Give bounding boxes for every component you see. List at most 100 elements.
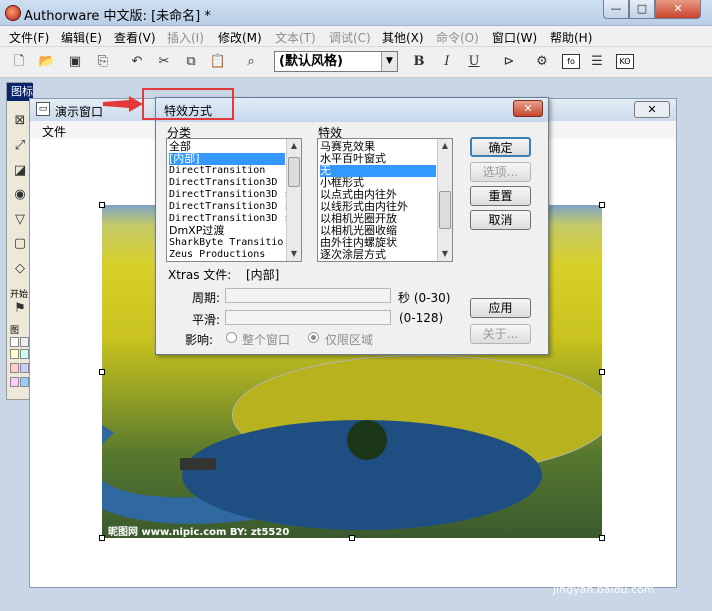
presentation-menu-file[interactable]: 文件	[42, 123, 66, 140]
list-item[interactable]: SharkByte Transitio	[169, 237, 283, 249]
style-select[interactable]: (默认风格) ▼	[274, 51, 398, 72]
menu-debug[interactable]: 调试(C)	[329, 29, 371, 46]
scroll-thumb[interactable]	[439, 191, 451, 229]
smooth-range: (0-128)	[399, 311, 444, 325]
color-swatch[interactable]	[20, 337, 29, 347]
import-icon[interactable]: ⎘	[94, 53, 112, 71]
bold-button[interactable]: B	[410, 53, 428, 71]
list-item[interactable]: DirectTransition3D	[169, 177, 277, 189]
period-unit: 秒 (0-30)	[398, 291, 451, 305]
copy-icon[interactable]: ⧉	[182, 53, 200, 71]
xtras-file-label: Xtras 文件:	[168, 268, 232, 282]
presentation-window-title: 演示窗口	[55, 105, 104, 119]
minimize-button[interactable]: —	[603, 0, 629, 19]
wait-icon[interactable]: ◉	[12, 187, 28, 203]
list-item[interactable]: DirectTransition3D :	[169, 201, 289, 213]
open-file-icon[interactable]: 📂	[38, 53, 56, 71]
menu-help[interactable]: 帮助(H)	[550, 29, 592, 46]
chevron-down-icon[interactable]: ▼	[381, 52, 397, 71]
list-item[interactable]: 逐次涂层方式	[320, 249, 386, 261]
resize-handle[interactable]	[99, 535, 105, 541]
list-item[interactable]: DirectTransition	[169, 165, 265, 177]
variables-icon[interactable]: ☰	[588, 53, 606, 71]
erase-icon[interactable]: ◪	[12, 163, 28, 179]
underline-button[interactable]: U	[465, 53, 483, 71]
menu-text[interactable]: 文本(T)	[275, 29, 316, 46]
list-item[interactable]: DmXP过渡	[169, 225, 224, 237]
maximize-button[interactable]: □	[629, 0, 655, 19]
scroll-thumb[interactable]	[288, 157, 300, 187]
undo-icon[interactable]: ↶	[128, 53, 146, 71]
color-swatch[interactable]	[10, 337, 19, 347]
period-field[interactable]	[225, 288, 391, 303]
find-icon[interactable]: ⌕	[242, 53, 260, 71]
paste-icon[interactable]: 📋	[209, 53, 227, 71]
save-icon[interactable]: ▣	[66, 53, 84, 71]
authorware-logo-icon	[5, 5, 21, 21]
resize-handle[interactable]	[349, 535, 355, 541]
baidu-watermark: Baidu经验	[540, 559, 655, 584]
about-button[interactable]: 关于...	[470, 324, 531, 344]
list-item[interactable]: DirectTransition3D :	[169, 189, 289, 201]
options-button[interactable]: 选项...	[470, 162, 531, 182]
resize-handle[interactable]	[599, 369, 605, 375]
resize-handle[interactable]	[599, 202, 605, 208]
scroll-down-icon[interactable]: ▼	[287, 247, 301, 261]
tree-shape	[347, 420, 387, 460]
presentation-close-button[interactable]: ✕	[634, 101, 670, 118]
menu-file[interactable]: 文件(F)	[9, 29, 49, 46]
color-swatch[interactable]	[20, 349, 29, 359]
category-scrollbar[interactable]: ▲ ▼	[286, 139, 301, 261]
resize-handle[interactable]	[99, 202, 105, 208]
color-swatch[interactable]	[10, 349, 19, 359]
menu-edit[interactable]: 编辑(E)	[61, 29, 102, 46]
color-swatch[interactable]	[20, 363, 29, 373]
resize-handle[interactable]	[599, 535, 605, 541]
color-swatch[interactable]	[10, 377, 19, 387]
start-flag-icon[interactable]: ⚑	[12, 301, 28, 317]
reset-button[interactable]: 重置	[470, 186, 531, 206]
color-swatch[interactable]	[10, 363, 19, 373]
highlight-box	[142, 88, 234, 120]
list-item[interactable]: [内部]	[169, 153, 285, 165]
boat-shape	[180, 458, 216, 470]
scroll-down-icon[interactable]: ▼	[438, 247, 452, 261]
menu-commands[interactable]: 命令(O)	[436, 29, 479, 46]
effect-list[interactable]: 马赛克效果 水平百叶窗式 无 小框形式 以点式由内往外 以线形式由内往外 以相机…	[317, 138, 453, 262]
navigate-icon[interactable]: ▽	[12, 212, 28, 228]
scroll-up-icon[interactable]: ▲	[287, 139, 301, 153]
control-panel-icon[interactable]: ⚙	[533, 53, 551, 71]
apply-button[interactable]: 应用	[470, 298, 531, 318]
menu-view[interactable]: 查看(V)	[114, 29, 156, 46]
ok-button[interactable]: 确定	[470, 137, 531, 157]
new-file-icon[interactable]: 🗋	[10, 53, 28, 71]
decision-icon[interactable]: ◇	[12, 261, 28, 277]
palette-start-label: 开始	[10, 290, 29, 300]
effect-scrollbar[interactable]: ▲ ▼	[437, 139, 452, 261]
run-icon[interactable]: ⊳	[500, 53, 518, 71]
menu-insert[interactable]: 插入(I)	[167, 29, 204, 46]
cancel-button[interactable]: 取消	[470, 210, 531, 230]
color-swatch[interactable]	[20, 377, 29, 387]
display-icon[interactable]: ⊠	[12, 113, 28, 129]
cut-icon[interactable]: ✂	[155, 53, 173, 71]
close-button[interactable]: ✕	[655, 0, 701, 19]
smooth-label: 平滑:	[192, 313, 221, 327]
menu-modify[interactable]: 修改(M)	[218, 29, 262, 46]
dialog-close-button[interactable]: ✕	[513, 100, 543, 117]
list-item[interactable]: Zeus Productions	[169, 249, 265, 261]
menu-window[interactable]: 窗口(W)	[492, 29, 537, 46]
framework-icon[interactable]: ▢	[12, 236, 28, 252]
region-only-radio[interactable]	[308, 332, 319, 343]
motion-icon[interactable]: ⤢	[12, 138, 28, 154]
whole-window-radio[interactable]	[226, 332, 237, 343]
palette-color-label: 图	[10, 326, 20, 336]
italic-button[interactable]: I	[438, 53, 456, 71]
resize-handle[interactable]	[99, 369, 105, 375]
functions-button[interactable]: fo	[562, 54, 580, 69]
menu-other[interactable]: 其他(X)	[382, 29, 424, 46]
scroll-up-icon[interactable]: ▲	[438, 139, 452, 153]
smooth-field[interactable]	[225, 310, 391, 325]
knowledge-objects-button[interactable]: KO	[616, 54, 634, 69]
category-list[interactable]: 全部 [内部] DirectTransition DirectTransitio…	[166, 138, 302, 262]
